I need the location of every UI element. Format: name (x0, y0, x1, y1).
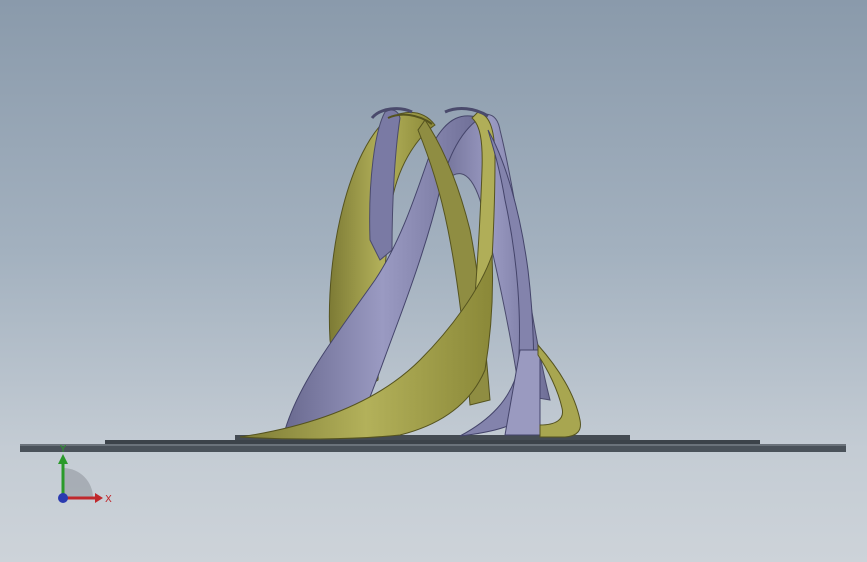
base-plate (20, 435, 846, 452)
axis-triad: Y X (58, 444, 112, 505)
y-axis-arrowhead (58, 454, 68, 464)
y-axis-label: Y (59, 444, 67, 455)
cad-viewport[interactable]: Y X (0, 0, 867, 562)
z-axis-dot (58, 493, 68, 503)
triad-plane-wedge (63, 468, 93, 498)
x-axis-label: X (105, 494, 112, 505)
x-axis-arrowhead (95, 493, 103, 503)
model-scene[interactable] (0, 0, 867, 562)
